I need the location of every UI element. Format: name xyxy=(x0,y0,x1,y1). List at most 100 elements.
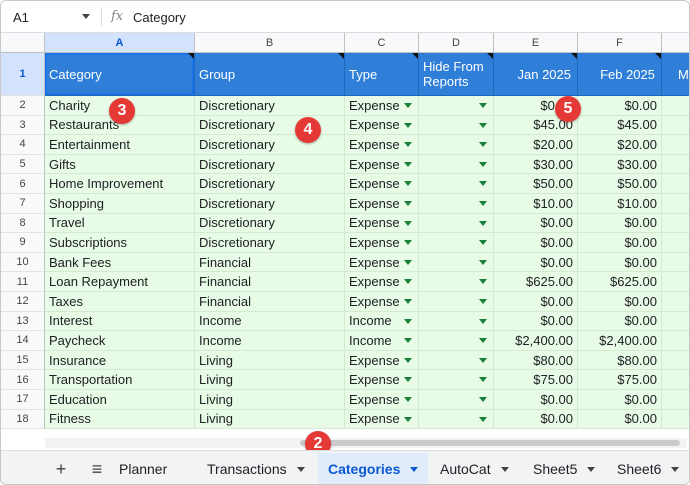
header-cell-category[interactable]: Category xyxy=(45,53,195,96)
dropdown-chevron-icon[interactable] xyxy=(404,259,412,265)
cell-feb-2025[interactable]: $0.00 xyxy=(578,233,662,253)
row-header[interactable]: 9 xyxy=(1,233,45,253)
cell-category[interactable]: Loan Repayment xyxy=(45,272,195,292)
column-header-c[interactable]: C xyxy=(345,33,419,53)
cell-type[interactable]: Expense xyxy=(345,96,419,116)
dropdown-chevron-icon[interactable] xyxy=(479,142,487,148)
dropdown-chevron-icon[interactable] xyxy=(479,416,487,422)
tab-transactions[interactable]: Transactions xyxy=(207,453,305,484)
cell-mar-2025[interactable] xyxy=(662,213,689,234)
dropdown-chevron-icon[interactable] xyxy=(479,377,487,383)
cell-hide-from-reports[interactable] xyxy=(419,213,494,234)
cell-type[interactable]: Expense xyxy=(345,194,419,214)
cell-category[interactable]: Shopping xyxy=(45,194,195,214)
cell-category[interactable]: Fitness xyxy=(45,409,195,430)
cell-jan-2025[interactable]: $0.00 xyxy=(494,292,578,312)
cell-group[interactable]: Living xyxy=(195,370,345,390)
cell-type[interactable]: Expense xyxy=(345,292,419,312)
cell-feb-2025[interactable]: $2,400.00 xyxy=(578,331,662,351)
cell-group[interactable]: Living xyxy=(195,350,345,371)
dropdown-chevron-icon[interactable] xyxy=(404,122,412,128)
chevron-down-icon[interactable] xyxy=(671,466,680,472)
row-header[interactable]: 13 xyxy=(1,311,45,332)
cell-jan-2025[interactable]: $0.00 xyxy=(494,311,578,332)
cell-category[interactable]: Travel xyxy=(45,213,195,234)
cell-hide-from-reports[interactable] xyxy=(419,174,494,194)
cell-group[interactable]: Living xyxy=(195,409,345,430)
cell-hide-from-reports[interactable] xyxy=(419,409,494,430)
row-header[interactable]: 18 xyxy=(1,409,45,430)
tab-sheet6[interactable]: Sheet6 xyxy=(617,453,680,484)
dropdown-chevron-icon[interactable] xyxy=(479,240,487,246)
cell-type[interactable]: Expense xyxy=(345,115,419,136)
row-header[interactable]: 4 xyxy=(1,135,45,155)
cell-hide-from-reports[interactable] xyxy=(419,154,494,175)
dropdown-chevron-icon[interactable] xyxy=(404,318,412,324)
tab-autocat[interactable]: AutoCat xyxy=(440,453,509,484)
dropdown-chevron-icon[interactable] xyxy=(479,161,487,167)
cell-type[interactable]: Expense xyxy=(345,350,419,371)
cell-type[interactable]: Income xyxy=(345,311,419,332)
cell-group[interactable]: Discretionary xyxy=(195,174,345,194)
cell-mar-2025[interactable] xyxy=(662,194,689,214)
cell-hide-from-reports[interactable] xyxy=(419,135,494,155)
cell-jan-2025[interactable]: $0.00 xyxy=(494,409,578,430)
dropdown-chevron-icon[interactable] xyxy=(404,103,412,108)
cell-type[interactable]: Expense xyxy=(345,409,419,430)
tab-planner[interactable]: Planner xyxy=(119,453,167,484)
cell-type[interactable]: Expense xyxy=(345,233,419,253)
cell-jan-2025[interactable]: $75.00 xyxy=(494,370,578,390)
row-header[interactable]: 2 xyxy=(1,96,45,116)
dropdown-chevron-icon[interactable] xyxy=(479,338,487,344)
cell-jan-2025[interactable]: $80.00 xyxy=(494,350,578,371)
cell-hide-from-reports[interactable] xyxy=(419,350,494,371)
chevron-down-icon[interactable] xyxy=(296,466,305,472)
cell-jan-2025[interactable]: $0.00 xyxy=(494,233,578,253)
name-box[interactable]: A1 xyxy=(1,1,101,33)
row-header[interactable]: 5 xyxy=(1,154,45,175)
cell-category[interactable]: Paycheck xyxy=(45,331,195,351)
horizontal-scrollbar[interactable] xyxy=(45,438,687,448)
cell-group[interactable]: Income xyxy=(195,311,345,332)
cell-type[interactable]: Income xyxy=(345,331,419,351)
dropdown-chevron-icon[interactable] xyxy=(404,161,412,167)
cell-jan-2025[interactable]: $20.00 xyxy=(494,135,578,155)
dropdown-chevron-icon[interactable] xyxy=(404,299,412,304)
cell-feb-2025[interactable]: $0.00 xyxy=(578,213,662,234)
cell-type[interactable]: Expense xyxy=(345,135,419,155)
cell-group[interactable]: Discretionary xyxy=(195,96,345,116)
dropdown-chevron-icon[interactable] xyxy=(479,259,487,265)
cell-mar-2025[interactable] xyxy=(662,350,689,371)
cell-hide-from-reports[interactable] xyxy=(419,272,494,292)
cell-type[interactable]: Expense xyxy=(345,213,419,234)
cell-category[interactable]: Interest xyxy=(45,311,195,332)
row-header[interactable]: 3 xyxy=(1,115,45,136)
cell-jan-2025[interactable]: $0.00 xyxy=(494,390,578,410)
header-cell-group[interactable]: Group xyxy=(195,53,345,96)
cell-category[interactable]: Home Improvement xyxy=(45,174,195,194)
cell-mar-2025[interactable] xyxy=(662,233,689,253)
cell-feb-2025[interactable]: $0.00 xyxy=(578,252,662,273)
cell-feb-2025[interactable]: $0.00 xyxy=(578,390,662,410)
cell-jan-2025[interactable]: $2,400.00 xyxy=(494,331,578,351)
header-cell-feb-2025[interactable]: Feb 2025 xyxy=(578,53,662,96)
row-header[interactable]: 10 xyxy=(1,252,45,273)
cell-category[interactable]: Taxes xyxy=(45,292,195,312)
dropdown-chevron-icon[interactable] xyxy=(479,220,487,226)
cell-feb-2025[interactable]: $0.00 xyxy=(578,311,662,332)
cell-type[interactable]: Expense xyxy=(345,252,419,273)
cell-mar-2025[interactable] xyxy=(662,135,689,155)
cell-group[interactable]: Discretionary xyxy=(195,233,345,253)
column-header-g[interactable] xyxy=(662,33,689,53)
cell-feb-2025[interactable]: $50.00 xyxy=(578,174,662,194)
dropdown-chevron-icon[interactable] xyxy=(404,357,412,363)
cell-feb-2025[interactable]: $30.00 xyxy=(578,154,662,175)
scrollbar-thumb[interactable] xyxy=(300,440,680,446)
cell-group[interactable]: Financial xyxy=(195,252,345,273)
cell-feb-2025[interactable]: $0.00 xyxy=(578,292,662,312)
chevron-down-icon[interactable] xyxy=(500,466,509,472)
dropdown-chevron-icon[interactable] xyxy=(404,201,412,206)
dropdown-chevron-icon[interactable] xyxy=(404,377,412,383)
cell-jan-2025[interactable]: $10.00 xyxy=(494,194,578,214)
row-header[interactable]: 7 xyxy=(1,194,45,214)
